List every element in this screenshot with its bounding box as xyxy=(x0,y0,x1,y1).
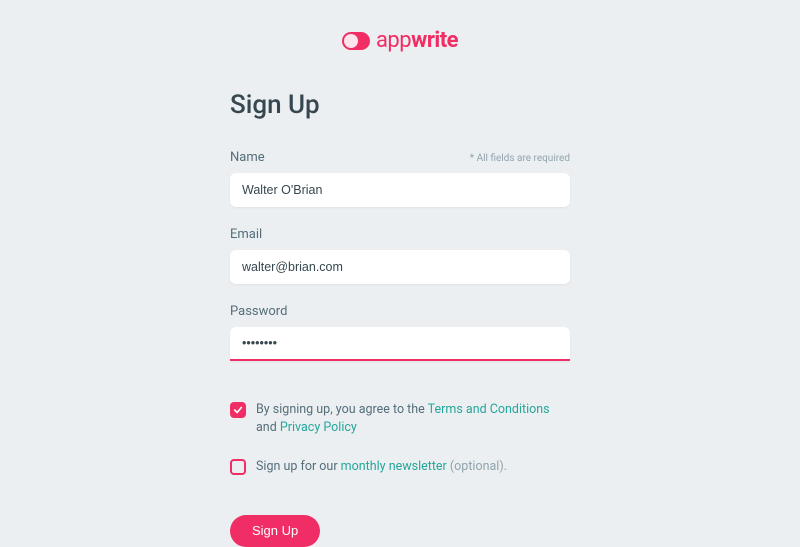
password-input[interactable] xyxy=(230,327,570,361)
terms-consent-row: By signing up, you agree to the Terms an… xyxy=(230,401,570,439)
name-label: Name xyxy=(230,150,265,165)
privacy-link[interactable]: Privacy Policy xyxy=(280,420,357,435)
required-note: * All fields are required xyxy=(470,153,570,164)
terms-prefix: By signing up, you agree to the xyxy=(256,402,428,417)
logo-text-part1: app xyxy=(376,28,411,53)
newsletter-text: Sign up for our monthly newsletter (opti… xyxy=(256,458,507,477)
newsletter-suffix: (optional). xyxy=(447,459,507,474)
name-input[interactable] xyxy=(230,173,570,207)
email-label-row: Email xyxy=(230,227,570,242)
brand-logo: appwrite xyxy=(342,28,458,53)
logo-text: appwrite xyxy=(376,28,458,53)
password-label: Password xyxy=(230,304,287,319)
newsletter-prefix: Sign up for our xyxy=(256,459,341,474)
logo-icon xyxy=(342,32,370,50)
terms-and: and xyxy=(256,420,280,435)
terms-text: By signing up, you agree to the Terms an… xyxy=(256,401,570,439)
newsletter-row: Sign up for our monthly newsletter (opti… xyxy=(230,458,570,477)
newsletter-checkbox[interactable] xyxy=(230,459,246,475)
page-title: Sign Up xyxy=(230,90,570,120)
email-label: Email xyxy=(230,227,262,242)
header: appwrite xyxy=(0,0,800,62)
logo-text-part2: write xyxy=(411,28,458,53)
email-input[interactable] xyxy=(230,250,570,284)
name-label-row: Name * All fields are required xyxy=(230,150,570,165)
password-label-row: Password xyxy=(230,304,570,319)
signup-button[interactable]: Sign Up xyxy=(230,515,320,547)
signup-form: Sign Up Name * All fields are required E… xyxy=(230,62,570,547)
terms-checkbox[interactable] xyxy=(230,402,246,418)
check-icon xyxy=(233,405,243,415)
terms-link[interactable]: Terms and Conditions xyxy=(428,402,550,417)
newsletter-link[interactable]: monthly newsletter xyxy=(341,459,447,474)
